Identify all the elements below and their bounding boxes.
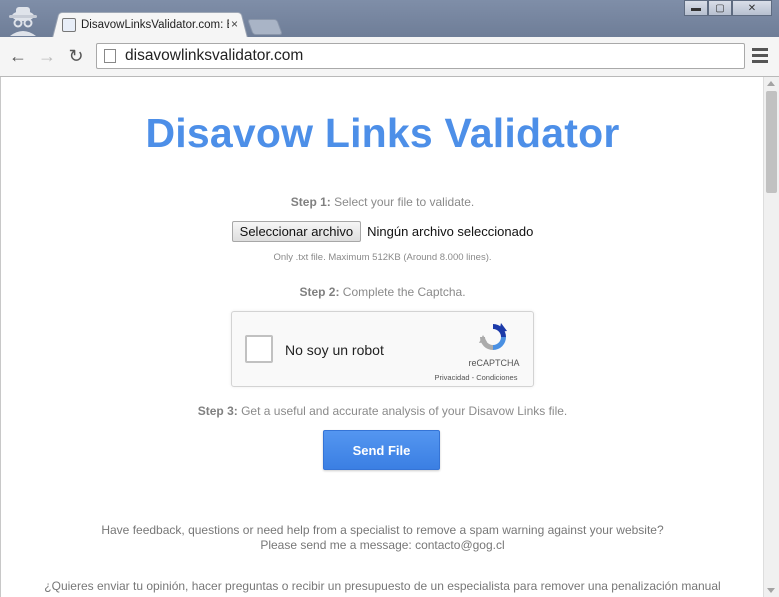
tab-close-icon[interactable]: × [231,17,238,31]
step3-text: Step 3: Get a useful and accurate analys… [1,404,763,418]
captcha-checkbox[interactable] [245,335,273,363]
close-window-button[interactable]: ✕ [732,0,772,16]
tab-content[interactable]: DisavowLinksValidator.com: E [62,14,242,36]
address-bar[interactable]: disavowlinksvalidator.com [96,43,745,69]
window-controls: ▬ ▢ ✕ [684,0,772,16]
url-text[interactable]: disavowlinksvalidator.com [125,47,303,65]
captcha-links[interactable]: Privacidad - Condiciones [427,373,525,382]
back-arrow-icon[interactable]: ← [8,46,28,66]
step1-description: Select your file to validate. [330,195,475,209]
favicon [62,18,76,32]
captcha-label: No soy un robot [285,342,384,358]
menu-icon[interactable] [752,48,768,66]
recaptcha-widget: No soy un robot reCAPTCHA Privacidad - C… [231,311,534,387]
page-title: Disavow Links Validator [145,110,620,156]
file-status: Ningún archivo seleccionado [367,224,534,239]
browser-toolbar: ← → ↻ disavowlinksvalidator.com [0,37,779,77]
feedback-line-1: Have feedback, questions or need help fr… [101,523,664,537]
tab-title: DisavowLinksValidator.com: E [81,19,229,31]
file-hint: Only .txt file. Maximum 512KB (Around 8.… [273,252,492,263]
page-viewport: Disavow Links Validator Step 1: Select y… [0,77,763,597]
step1-text: Step 1: Select your file to validate. [1,195,763,209]
scroll-thumb[interactable] [766,91,777,193]
step2-description: Complete the Captcha. [339,285,466,299]
maximize-button[interactable]: ▢ [708,0,732,16]
scroll-down-icon[interactable] [767,588,775,593]
captcha-brand: reCAPTCHA [468,358,520,368]
feedback-text-spanish: ¿Quieres enviar tu opinión, hacer pregun… [44,579,721,593]
minimize-button[interactable]: ▬ [684,0,708,16]
choose-file-button[interactable]: Seleccionar archivo [231,221,362,242]
feedback-text: Have feedback, questions or need help fr… [1,523,763,553]
page-icon [104,49,116,63]
step3-description: Get a useful and accurate analysis of yo… [237,404,568,418]
file-input: Seleccionar archivo Ningún archivo selec… [1,221,763,242]
vertical-scrollbar[interactable] [763,77,779,597]
send-file-button[interactable]: Send File [323,430,440,470]
forward-arrow-icon[interactable]: → [37,46,57,66]
step2-label: Step 2: [299,285,340,299]
feedback-line-2: Please send me a message: contacto@gog.c… [260,538,505,552]
step1-label: Step 1: [290,195,331,209]
new-tab-button[interactable] [247,19,283,35]
recaptcha-logo-icon [479,323,507,350]
incognito-icon [9,7,37,36]
step3-label: Step 3: [197,404,238,418]
scroll-up-icon[interactable] [767,81,775,86]
browser-titlebar: DisavowLinksValidator.com: E × ▬ ▢ ✕ [0,0,779,38]
step2-text: Step 2: Complete the Captcha. [1,285,763,299]
reload-icon[interactable]: ↻ [66,46,86,66]
